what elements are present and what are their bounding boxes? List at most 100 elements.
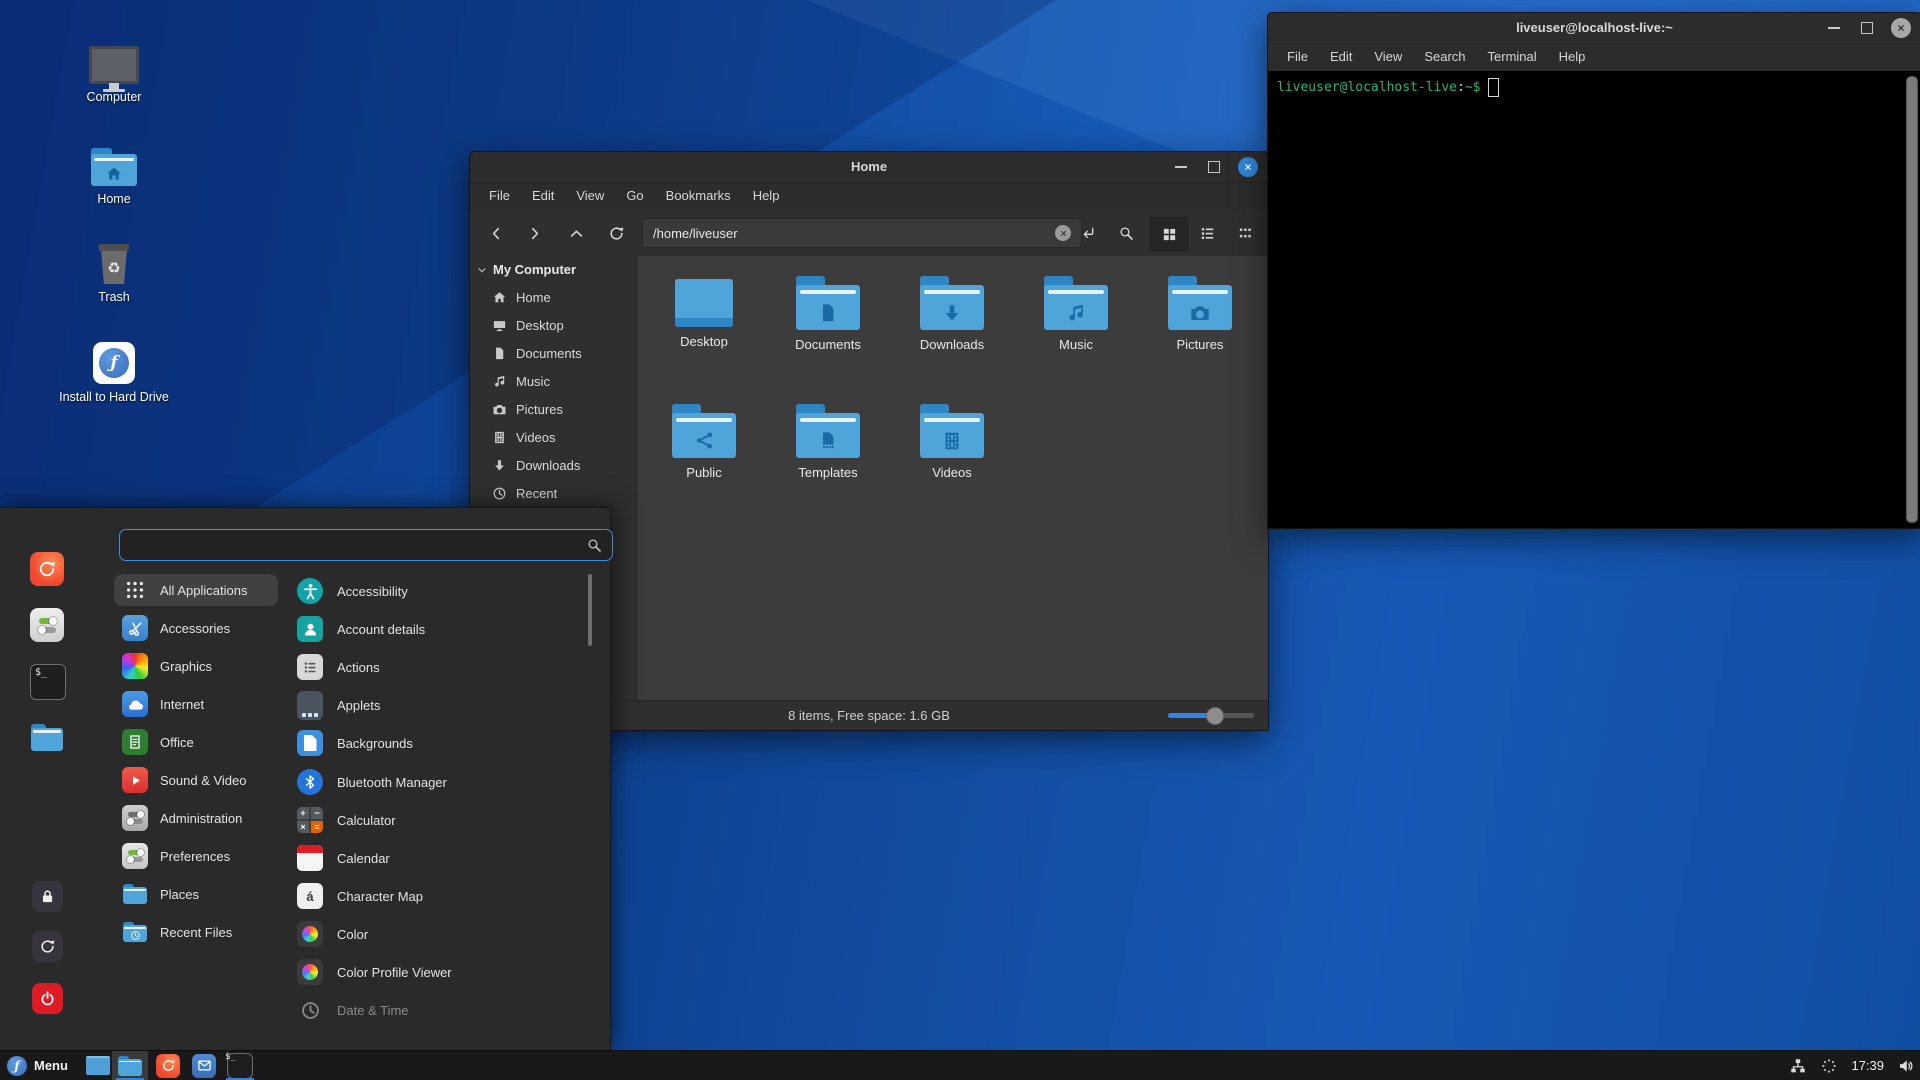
fm-menu-bookmarks[interactable]: Bookmarks: [655, 182, 742, 210]
app-backgrounds[interactable]: Backgrounds: [293, 727, 589, 759]
terminal-titlebar[interactable]: liveuser@localhost-live:~: [1268, 13, 1920, 44]
folder-downloads[interactable]: Downloads: [897, 276, 1007, 352]
minimize-button[interactable]: [1825, 19, 1843, 37]
taskbar-firefox-button[interactable]: [150, 1051, 186, 1080]
category-administration[interactable]: Administration: [114, 802, 278, 834]
taskbar-files-button[interactable]: [112, 1051, 148, 1080]
folder-documents[interactable]: Documents: [773, 276, 883, 352]
list-view-button[interactable]: [1189, 217, 1225, 249]
up-button[interactable]: [558, 217, 594, 249]
clear-path-icon[interactable]: [1055, 225, 1071, 241]
network-icon[interactable]: [1789, 1057, 1807, 1075]
app-actions[interactable]: Actions: [293, 651, 589, 683]
app-calculator[interactable]: +−×=Calculator: [293, 804, 589, 836]
app-bluetooth-manager[interactable]: Bluetooth Manager: [293, 766, 589, 798]
app-character-map[interactable]: áCharacter Map: [293, 880, 589, 912]
app-date-time[interactable]: Date & Time: [293, 994, 589, 1026]
lock-screen-button[interactable]: [32, 881, 63, 912]
fm-menu-view[interactable]: View: [565, 182, 615, 210]
volume-icon[interactable]: [1897, 1057, 1915, 1075]
maximize-button[interactable]: [1205, 158, 1223, 176]
category-recent-files[interactable]: Recent Files: [114, 916, 278, 948]
close-button[interactable]: [1238, 157, 1258, 177]
minimize-button[interactable]: [1172, 158, 1190, 176]
folder-music[interactable]: Music: [1021, 276, 1131, 352]
zoom-slider-knob[interactable]: [1206, 707, 1224, 725]
icon-view-button[interactable]: [1150, 217, 1188, 251]
sidebar-item-recent[interactable]: Recent: [492, 479, 557, 507]
desktop-icon-trash[interactable]: ♻ Trash: [54, 232, 174, 306]
app-account-details[interactable]: Account details: [293, 613, 589, 645]
sidebar-item-home[interactable]: Home: [492, 283, 551, 311]
fm-menu-edit[interactable]: Edit: [521, 182, 565, 210]
path-bar[interactable]: /home/liveuser: [642, 218, 1082, 248]
category-graphics[interactable]: Graphics: [114, 650, 278, 682]
app-calendar[interactable]: Calendar: [293, 842, 589, 874]
desktop-icon-computer[interactable]: Computer: [54, 32, 174, 106]
back-button[interactable]: [478, 217, 514, 249]
favorite-firefox-icon[interactable]: [30, 552, 64, 586]
fm-file-area[interactable]: Desktop Documents Downloads Music Pictur…: [638, 256, 1268, 701]
fm-menu-file[interactable]: File: [478, 182, 521, 210]
sidebar-item-downloads[interactable]: Downloads: [492, 451, 580, 479]
terminal-scrollbar[interactable]: [1906, 76, 1918, 523]
sidebar-section-my-computer[interactable]: My Computer: [476, 262, 576, 277]
folder-pictures[interactable]: Pictures: [1145, 276, 1255, 352]
search-button[interactable]: [1108, 217, 1144, 249]
desktop-icon-install[interactable]: ƒ Install to Hard Drive: [54, 332, 174, 406]
favorite-terminal-icon[interactable]: $_: [30, 664, 66, 700]
fm-menu-go[interactable]: Go: [615, 182, 654, 210]
videos-folder-icon: [920, 404, 984, 458]
taskbar-mail-button[interactable]: [186, 1051, 222, 1080]
terminal-menu-terminal[interactable]: Terminal: [1477, 43, 1548, 71]
terminal-menu-view[interactable]: View: [1363, 43, 1413, 71]
folder-templates[interactable]: Templates: [773, 404, 883, 480]
category-office[interactable]: Office: [114, 726, 278, 758]
app-color[interactable]: Color: [293, 918, 589, 950]
terminal-menu-edit[interactable]: Edit: [1319, 43, 1363, 71]
compact-view-button[interactable]: [1227, 217, 1263, 249]
taskbar-terminal-button[interactable]: $_: [222, 1051, 258, 1080]
category-places[interactable]: Places: [114, 878, 278, 910]
clock[interactable]: 17:39: [1851, 1058, 1884, 1073]
app-color-profile-viewer[interactable]: Color Profile Viewer: [293, 956, 589, 988]
notifications-icon[interactable]: [1820, 1057, 1838, 1075]
close-button[interactable]: [1891, 18, 1911, 38]
category-sound-video[interactable]: Sound & Video: [114, 764, 278, 796]
logout-button[interactable]: [32, 931, 63, 962]
category-preferences[interactable]: Preferences: [114, 840, 278, 872]
sidebar-item-videos[interactable]: Videos: [492, 423, 556, 451]
shutdown-button[interactable]: [32, 983, 63, 1014]
menu-search-input[interactable]: [119, 529, 613, 561]
app-accessibility[interactable]: Accessibility: [293, 575, 589, 607]
terminal-menu-file[interactable]: File: [1276, 43, 1319, 71]
favorite-settings-icon[interactable]: [30, 608, 64, 642]
folder-desktop[interactable]: Desktop: [649, 276, 759, 349]
menu-button[interactable]: ƒ Menu: [0, 1051, 81, 1080]
category-accessories[interactable]: Accessories: [114, 612, 278, 644]
sidebar-item-pictures[interactable]: Pictures: [492, 395, 563, 423]
favorite-files-icon[interactable]: [30, 720, 64, 754]
sidebar-item-desktop[interactable]: Desktop: [492, 311, 564, 339]
category-internet[interactable]: Internet: [114, 688, 278, 720]
app-applets[interactable]: Applets: [293, 689, 589, 721]
category-all-applications[interactable]: All Applications: [114, 574, 278, 606]
folder-public[interactable]: Public: [649, 404, 759, 480]
terminal-menu-help[interactable]: Help: [1548, 43, 1597, 71]
forward-button[interactable]: [516, 217, 552, 249]
sidebar-item-documents[interactable]: Documents: [492, 339, 582, 367]
refresh-button[interactable]: [598, 217, 634, 249]
music-folder-icon: [1044, 276, 1108, 330]
sidebar-item-music[interactable]: Music: [492, 367, 550, 395]
terminal-screen[interactable]: liveuser@localhost-live:~$: [1268, 71, 1920, 528]
zoom-slider[interactable]: [1168, 713, 1254, 718]
folder-videos[interactable]: Videos: [897, 404, 1007, 480]
fm-menu-help[interactable]: Help: [742, 182, 791, 210]
fm-titlebar[interactable]: Home: [470, 152, 1268, 183]
maximize-button[interactable]: [1858, 19, 1876, 37]
desktop-icon-home[interactable]: Home: [54, 134, 174, 208]
toggle-location-entry-button[interactable]: [1070, 217, 1106, 249]
menu-scrollbar[interactable]: [588, 574, 592, 646]
terminal-menu-search[interactable]: Search: [1413, 43, 1476, 71]
show-desktop-button[interactable]: [80, 1051, 116, 1080]
